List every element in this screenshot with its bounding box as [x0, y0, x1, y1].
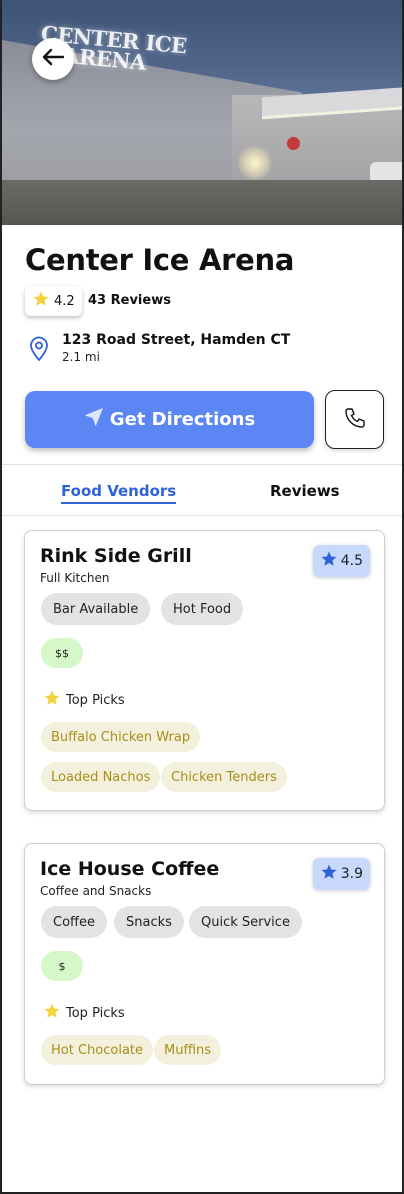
venue-rating-value: 4.2 [54, 293, 75, 309]
top-pick-item[interactable]: Buffalo Chicken Wrap [41, 722, 201, 752]
vendor-rating-value: 4.5 [340, 553, 363, 569]
photo-light [237, 145, 273, 181]
top-pick-item[interactable]: Hot Chocolate [41, 1035, 154, 1065]
tab-bar: Food Vendors Reviews [2, 464, 402, 516]
venue-distance: 2.1 mi [62, 350, 100, 364]
vendor-tag[interactable]: Bar Available [41, 593, 151, 625]
vendor-tag[interactable]: Coffee [41, 906, 107, 938]
venue-rating-badge: 4.2 [25, 286, 82, 316]
vendor-name: Rink Side Grill [40, 545, 192, 567]
call-button[interactable] [325, 390, 384, 449]
venue-address: 123 Road Street, Hamden CT [62, 332, 291, 348]
map-pin-icon [28, 336, 50, 366]
top-pick-item[interactable]: Chicken Tenders [161, 762, 287, 792]
tab-reviews[interactable]: Reviews [270, 482, 340, 500]
top-picks-heading: Top Picks [43, 1002, 125, 1024]
vendor-card[interactable]: Rink Side Grill Full Kitchen 4.5 Bar Ava… [24, 530, 385, 811]
star-icon [320, 863, 338, 885]
tab-food-vendors[interactable]: Food Vendors [61, 482, 177, 504]
top-pick-item[interactable]: Muffins [154, 1035, 222, 1065]
venue-photo: CENTER ICE ARENA [2, 0, 402, 225]
vendor-price-badge: $$ [41, 638, 83, 668]
venue-review-count[interactable]: 43 Reviews [88, 293, 171, 308]
top-picks-heading: Top Picks [43, 689, 125, 711]
phone-icon [343, 406, 367, 434]
top-pick-item[interactable]: Loaded Nachos [41, 762, 161, 792]
photo-car [370, 162, 402, 180]
vendor-tag[interactable]: Quick Service [189, 906, 302, 938]
vendor-type: Coffee and Snacks [40, 884, 152, 898]
vendor-price-badge: $ [41, 951, 83, 981]
star-icon [32, 290, 50, 312]
back-button[interactable] [32, 38, 74, 80]
vendor-card[interactable]: Ice House Coffee Coffee and Snacks 3.9 C… [24, 843, 385, 1085]
vendor-rating-value: 3.9 [340, 866, 363, 882]
vendor-tag[interactable]: Snacks [114, 906, 184, 938]
vendor-type: Full Kitchen [40, 571, 110, 585]
vendor-rating-badge: 4.5 [312, 545, 370, 577]
venue-title: Center Ice Arena [25, 243, 295, 277]
get-directions-label: Get Directions [109, 409, 256, 430]
star-icon [43, 1002, 61, 1024]
vendor-name: Ice House Coffee [40, 858, 220, 880]
photo-stop-sign [287, 137, 300, 150]
top-picks-label: Top Picks [66, 1005, 125, 1021]
navigation-arrow-icon [84, 407, 104, 432]
star-icon [43, 689, 61, 711]
vendor-tag[interactable]: Hot Food [161, 593, 244, 625]
top-picks-label: Top Picks [66, 692, 125, 708]
photo-ground [2, 180, 402, 225]
arrow-left-icon [41, 47, 65, 71]
app-screen: CENTER ICE ARENA Center Ice Arena 4.2 43… [0, 0, 404, 1194]
star-icon [320, 550, 338, 572]
vendor-rating-badge: 3.9 [312, 858, 370, 890]
get-directions-button[interactable]: Get Directions [25, 391, 314, 448]
